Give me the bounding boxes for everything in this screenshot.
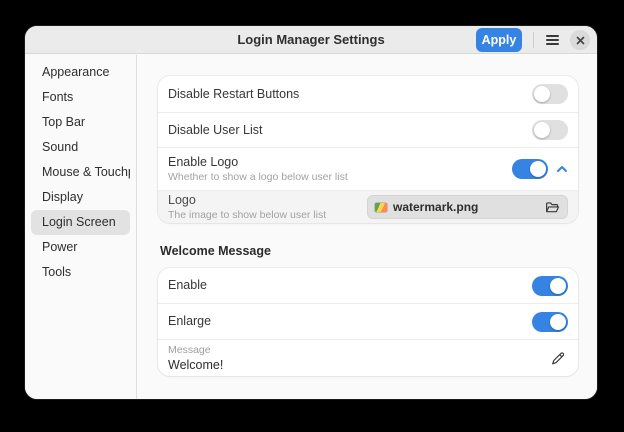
disable-user-list-switch[interactable] bbox=[532, 120, 568, 140]
logo-expander-button[interactable] bbox=[556, 165, 568, 173]
row-disable-user-list: Disable User List bbox=[158, 112, 578, 147]
login-screen-options-card: Disable Restart Buttons Disable User Lis… bbox=[158, 76, 578, 223]
welcome-enlarge-switch[interactable] bbox=[532, 312, 568, 332]
message-field-value: Welcome! bbox=[168, 357, 546, 373]
welcome-message-heading: Welcome Message bbox=[160, 244, 597, 259]
row-title: Disable Restart Buttons bbox=[168, 87, 532, 102]
row-welcome-enlarge: Enlarge bbox=[158, 303, 578, 339]
enable-logo-switch[interactable] bbox=[512, 159, 548, 179]
sidebar-item-top-bar[interactable]: Top Bar bbox=[31, 110, 130, 135]
sidebar-item-mouse-touchpad[interactable]: Mouse & Touchpad bbox=[31, 160, 130, 185]
apply-button[interactable]: Apply bbox=[476, 28, 522, 52]
logo-file-chooser-button[interactable]: watermark.png bbox=[367, 195, 568, 219]
welcome-enable-switch[interactable] bbox=[532, 276, 568, 296]
sidebar: Appearance Fonts Top Bar Sound Mouse & T… bbox=[25, 55, 137, 399]
disable-restart-buttons-switch[interactable] bbox=[532, 84, 568, 104]
row-welcome-message[interactable]: Message Welcome! bbox=[158, 339, 578, 376]
row-title: Logo bbox=[168, 193, 367, 208]
close-button[interactable] bbox=[570, 30, 590, 50]
row-enable-logo[interactable]: Enable Logo Whether to show a logo below… bbox=[158, 147, 578, 190]
expander-icon bbox=[556, 165, 568, 173]
message-field-label: Message bbox=[168, 344, 546, 357]
row-disable-restart-buttons: Disable Restart Buttons bbox=[158, 76, 578, 112]
sidebar-item-power[interactable]: Power bbox=[31, 235, 130, 260]
logo-thumbnail-icon bbox=[375, 203, 387, 212]
sidebar-item-login-screen[interactable]: Login Screen bbox=[31, 210, 130, 235]
row-subtitle: The image to show below user list bbox=[168, 209, 367, 221]
titlebar: Login Manager Settings Apply bbox=[25, 26, 597, 54]
logo-file-name: watermark.png bbox=[393, 200, 545, 214]
menu-button[interactable] bbox=[541, 30, 563, 50]
welcome-message-card: Enable Enlarge Message Welcome! bbox=[158, 268, 578, 376]
row-title: Enable Logo bbox=[168, 155, 512, 170]
row-subtitle: Whether to show a logo below user list bbox=[168, 171, 512, 183]
sidebar-item-tools[interactable]: Tools bbox=[31, 260, 130, 285]
close-icon bbox=[576, 36, 585, 45]
sidebar-item-sound[interactable]: Sound bbox=[31, 135, 130, 160]
titlebar-separator bbox=[533, 32, 534, 48]
row-title: Enlarge bbox=[168, 314, 532, 329]
login-screen-page: Disable Restart Buttons Disable User Lis… bbox=[137, 55, 597, 399]
sidebar-item-fonts[interactable]: Fonts bbox=[31, 85, 130, 110]
message-edit-button[interactable] bbox=[546, 347, 568, 369]
sidebar-item-display[interactable]: Display bbox=[31, 185, 130, 210]
edit-icon bbox=[551, 352, 564, 365]
login-manager-settings-window: Login Manager Settings Apply Appearance … bbox=[25, 26, 597, 399]
row-welcome-enable: Enable bbox=[158, 268, 578, 303]
file-chooser-icon bbox=[545, 201, 560, 214]
sidebar-item-appearance[interactable]: Appearance bbox=[31, 60, 130, 85]
row-title: Disable User List bbox=[168, 123, 532, 138]
row-title: Enable bbox=[168, 278, 532, 293]
row-logo-file: Logo The image to show below user list w… bbox=[158, 190, 578, 223]
